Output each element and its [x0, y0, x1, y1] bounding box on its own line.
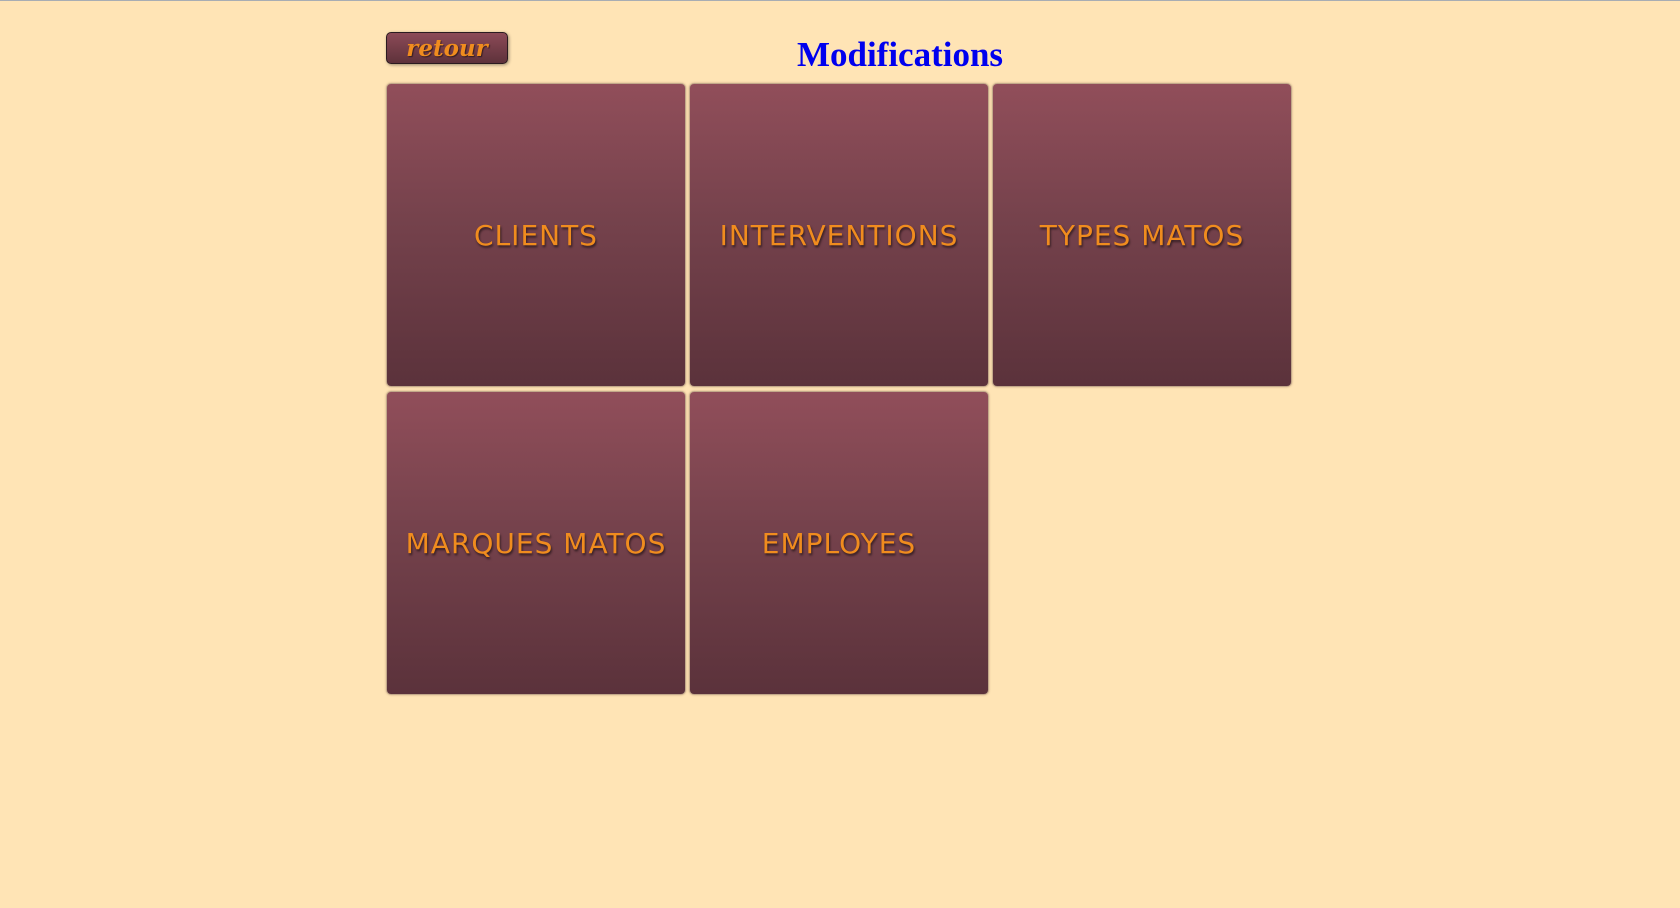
tile-interventions[interactable]: INTERVENTIONS: [689, 83, 989, 387]
tile-employes[interactable]: EMPLOYES: [689, 391, 989, 695]
tile-types-matos[interactable]: TYPES MATOS: [992, 83, 1292, 387]
tile-label: TYPES MATOS: [1039, 218, 1245, 252]
menu-tile-grid: CLIENTS INTERVENTIONS TYPES MATOS MARQUE…: [386, 83, 1296, 695]
tile-clients[interactable]: CLIENTS: [386, 83, 686, 387]
back-button[interactable]: retour: [386, 32, 508, 64]
tile-label: EMPLOYES: [761, 526, 917, 560]
tile-label: INTERVENTIONS: [719, 218, 959, 252]
tile-label: MARQUES MATOS: [405, 526, 667, 560]
page-title: Modifications: [796, 35, 1004, 74]
tile-label: CLIENTS: [474, 218, 598, 252]
tile-marques-matos[interactable]: MARQUES MATOS: [386, 391, 686, 695]
